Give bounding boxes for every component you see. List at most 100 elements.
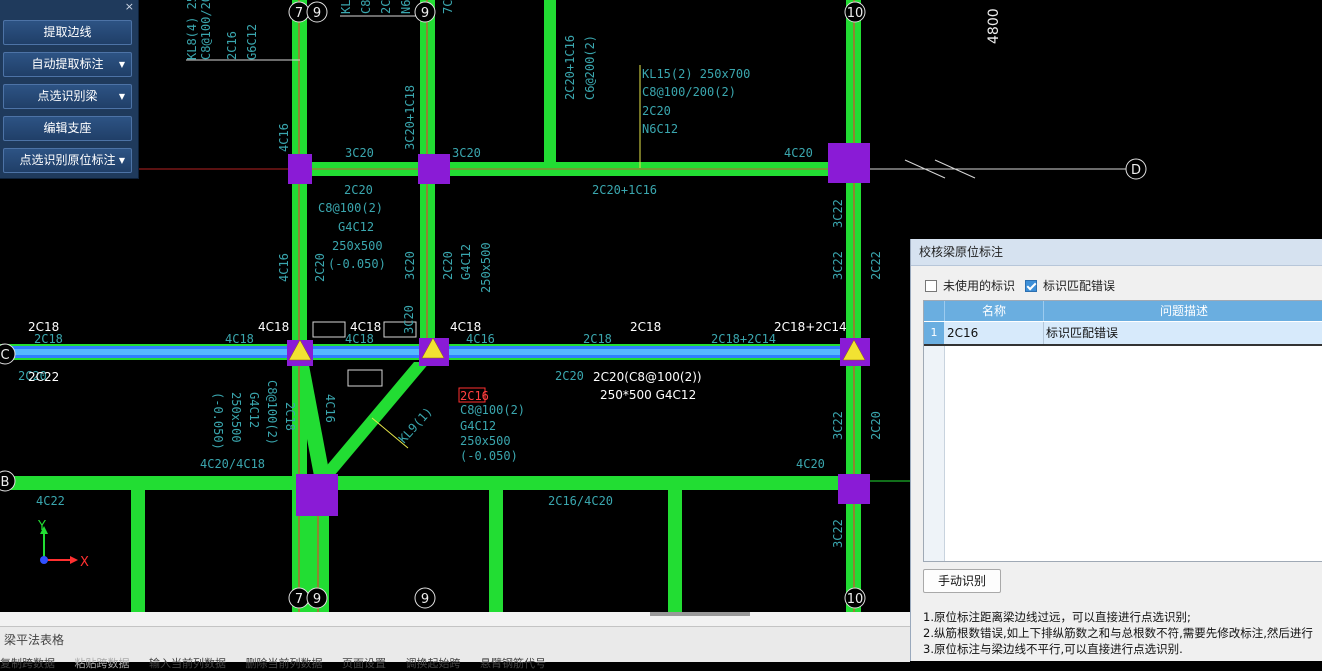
cell-desc[interactable]: 标识匹配错误 bbox=[1044, 322, 1322, 344]
svg-text:X: X bbox=[80, 555, 89, 570]
caret-down-icon[interactable]: ▼ bbox=[119, 53, 125, 76]
svg-text:2C20: 2C20 bbox=[869, 411, 883, 440]
svg-text:2C18: 2C18 bbox=[583, 332, 612, 346]
svg-text:2C18: 2C18 bbox=[630, 320, 661, 334]
pick-identify-beam-button[interactable]: 点选识别梁 ▼ bbox=[3, 84, 132, 109]
edit-support-button[interactable]: 编辑支座 bbox=[3, 116, 132, 141]
svg-text:4C16: 4C16 bbox=[466, 332, 495, 346]
red-annotation[interactable]: 2C16 bbox=[460, 389, 489, 403]
svg-text:2C20+1C16: 2C20+1C16 bbox=[592, 183, 657, 197]
svg-text:2C18: 2C18 bbox=[283, 402, 297, 431]
beam-vertical-top-mid bbox=[544, 0, 556, 162]
svg-text:C8@100(2): C8@100(2) bbox=[318, 201, 383, 215]
svg-text:G4C12: G4C12 bbox=[247, 392, 261, 428]
header-corner bbox=[924, 301, 945, 321]
caret-down-icon[interactable]: ▼ bbox=[119, 149, 125, 172]
table-header: 名称 问题描述 bbox=[924, 301, 1322, 321]
issue-table: 名称 问题描述 1 2C16 标识匹配错误 bbox=[923, 300, 1322, 562]
column-header-name[interactable]: 名称 bbox=[945, 301, 1044, 321]
svg-text:9: 9 bbox=[313, 592, 321, 607]
button-label: 点选识别梁 bbox=[37, 89, 98, 103]
svg-text:C: C bbox=[0, 348, 9, 363]
dialog-title[interactable]: 校核梁原位标注 bbox=[911, 239, 1322, 266]
beam-vertical-b2 bbox=[489, 490, 503, 612]
svg-text:3C20: 3C20 bbox=[402, 305, 416, 334]
svg-text:(-0.050): (-0.050) bbox=[328, 257, 386, 271]
column bbox=[828, 143, 870, 183]
paste-span-data-button[interactable]: 粘贴跨数据 bbox=[75, 657, 130, 670]
svg-text:KL: KL bbox=[339, 0, 353, 14]
beam-vertical-b3 bbox=[668, 490, 682, 612]
swap-start-span-button[interactable]: 调换起始跨 bbox=[406, 657, 461, 670]
copy-span-data-button[interactable]: 复制跨数据 bbox=[0, 657, 55, 670]
cell-name[interactable]: 2C16 bbox=[945, 322, 1044, 344]
svg-text:7: 7 bbox=[295, 6, 303, 21]
svg-text:(-0.050): (-0.050) bbox=[211, 392, 225, 450]
input-column-data-button[interactable]: 输入当前列数据 bbox=[149, 657, 226, 670]
svg-text:4C18: 4C18 bbox=[350, 320, 381, 334]
row-number: 1 bbox=[924, 322, 944, 344]
svg-text:D: D bbox=[1131, 163, 1141, 178]
column bbox=[418, 154, 450, 184]
extract-edge-button[interactable]: 提取边线 bbox=[3, 20, 132, 45]
manual-identify-button[interactable]: 手动识别 bbox=[923, 569, 1001, 593]
svg-text:7C: 7C bbox=[441, 0, 455, 14]
svg-text:4C18: 4C18 bbox=[345, 332, 374, 346]
svg-text:G6C12: G6C12 bbox=[245, 24, 259, 60]
svg-text:250x500: 250x500 bbox=[229, 392, 243, 443]
svg-text:3C22: 3C22 bbox=[831, 251, 845, 280]
button-label: 点选识别原位标注 bbox=[19, 153, 116, 167]
empty-label-box bbox=[312, 321, 346, 338]
svg-text:250x500: 250x500 bbox=[460, 434, 511, 448]
svg-text:4C18: 4C18 bbox=[450, 320, 481, 334]
svg-text:250x500: 250x500 bbox=[479, 242, 493, 293]
svg-text:2C20: 2C20 bbox=[555, 369, 584, 383]
svg-text:9: 9 bbox=[421, 6, 429, 21]
delete-column-data-button[interactable]: 删除当前列数据 bbox=[246, 657, 323, 670]
svg-text:250x500: 250x500 bbox=[332, 239, 383, 253]
svg-text:4C16: 4C16 bbox=[277, 253, 291, 282]
checkbox-checked[interactable] bbox=[1025, 279, 1037, 292]
svg-text:2C18+2C14: 2C18+2C14 bbox=[711, 332, 776, 346]
auto-extract-annotation-button[interactable]: 自动提取标注 ▼ bbox=[3, 52, 132, 77]
scrollbar-thumb[interactable] bbox=[650, 612, 750, 616]
svg-text:C8@100(2): C8@100(2) bbox=[265, 380, 279, 445]
filter-unused-checkbox[interactable]: 未使用的标识 bbox=[925, 277, 1015, 294]
svg-text:2C20: 2C20 bbox=[313, 253, 327, 282]
svg-text:2C18+2C14: 2C18+2C14 bbox=[774, 320, 847, 334]
button-label: 自动提取标注 bbox=[31, 57, 104, 71]
pick-identify-inplace-annotation-button[interactable]: 点选识别原位标注 ▼ bbox=[3, 148, 132, 173]
column bbox=[288, 154, 312, 184]
beam-vertical-b1 bbox=[131, 490, 145, 612]
svg-text:9: 9 bbox=[421, 592, 429, 607]
svg-text:G4C12: G4C12 bbox=[460, 419, 496, 433]
checkbox-unchecked[interactable] bbox=[925, 279, 937, 292]
close-icon[interactable]: × bbox=[125, 0, 134, 14]
svg-text:C8@100/200(2): C8@100/200(2) bbox=[642, 85, 736, 99]
table-row[interactable]: 1 2C16 标识匹配错误 bbox=[924, 322, 1322, 346]
svg-text:C8@100(2): C8@100(2) bbox=[460, 403, 525, 417]
svg-text:2C22: 2C22 bbox=[869, 251, 883, 280]
svg-text:4C16: 4C16 bbox=[277, 123, 291, 152]
beam-table-panel: 梁平法表格 复制跨数据 粘贴跨数据 输入当前列数据 删除当前列数据 页面设置 调… bbox=[0, 626, 910, 670]
column bbox=[838, 474, 870, 504]
page-setup-button[interactable]: 页面设置 bbox=[342, 657, 386, 670]
svg-text:10: 10 bbox=[847, 592, 864, 607]
caret-down-icon[interactable]: ▼ bbox=[119, 85, 125, 108]
beam-annotations: KL8(4) 250 C8@100/200 2C16 G6C12 KL C8 2… bbox=[18, 0, 883, 548]
svg-text:Y: Y bbox=[37, 519, 46, 534]
panel-title: 梁平法表格 bbox=[4, 633, 65, 647]
svg-text:3C20: 3C20 bbox=[345, 146, 374, 160]
svg-text:4C22: 4C22 bbox=[36, 494, 65, 508]
svg-text:4C20/4C18: 4C20/4C18 bbox=[200, 457, 265, 471]
filter-mismatch-checkbox[interactable]: 标识匹配错误 bbox=[1025, 277, 1115, 294]
column-header-desc[interactable]: 问题描述 bbox=[1044, 301, 1322, 321]
horizontal-scrollbar[interactable] bbox=[0, 612, 910, 626]
filter-label: 标识匹配错误 bbox=[1043, 279, 1116, 293]
button-label: 编辑支座 bbox=[43, 121, 92, 135]
svg-text:KL15(2) 250x700: KL15(2) 250x700 bbox=[642, 67, 750, 81]
note-line: 3.原位标注与梁边线不平行,可以直接进行点选识别. bbox=[923, 642, 1183, 656]
cantilever-rebar-code-button[interactable]: 悬臂钢筋代号 bbox=[480, 657, 546, 670]
svg-text:(-0.050): (-0.050) bbox=[460, 449, 518, 463]
svg-text:4C18: 4C18 bbox=[258, 320, 289, 334]
